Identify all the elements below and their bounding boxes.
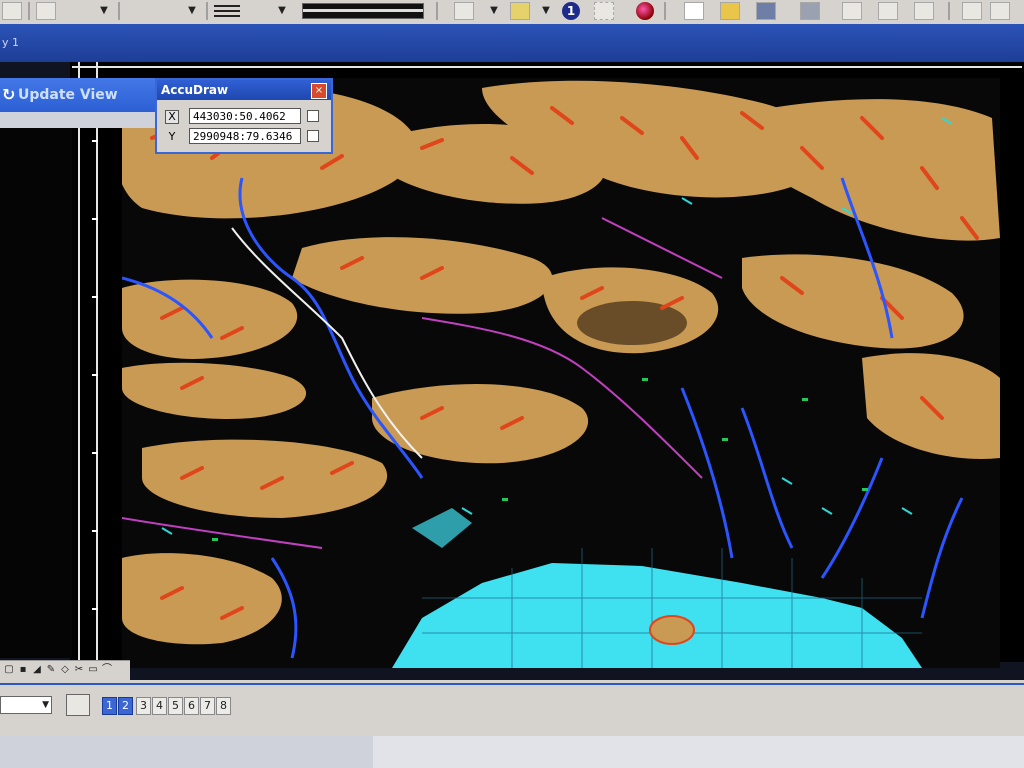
update-view-label: Update View	[18, 87, 118, 103]
level-select[interactable]: ▼	[0, 696, 52, 714]
ruler-tick	[92, 218, 98, 220]
chevron-down-icon[interactable]: ▼	[186, 2, 198, 20]
fold-core	[577, 301, 687, 345]
view-7-button[interactable]: 7	[200, 697, 215, 715]
view-control-icon[interactable]: ▪	[18, 665, 28, 675]
view-border-left-inner	[96, 62, 98, 662]
redo-icon[interactable]	[990, 2, 1010, 20]
view-control-icon[interactable]: ▭	[88, 665, 98, 675]
undo-icon[interactable]	[962, 2, 982, 20]
tool-settings-strip	[0, 112, 155, 128]
toolbar-separator	[664, 2, 666, 20]
view-2-button[interactable]: 2	[118, 697, 133, 715]
view-control-icon[interactable]: ⌒	[102, 665, 112, 675]
y-axis-label: Y	[168, 130, 176, 143]
view-control-icon[interactable]: ✎	[46, 665, 56, 675]
y-lock-checkbox[interactable]	[307, 130, 319, 142]
view-border-left	[78, 62, 80, 662]
ruler-tick	[92, 374, 98, 376]
view-control-icon[interactable]: ◇	[60, 665, 70, 675]
view-border-top	[72, 66, 1022, 68]
chevron-down-icon[interactable]: ▼	[98, 2, 110, 20]
status-divider	[0, 683, 1024, 685]
view-title: y 1	[2, 36, 20, 49]
main-toolbar: ▼ ▼ ▼ ▼ ▼ 1	[0, 0, 1024, 25]
toolbar-separator	[206, 2, 208, 20]
chevron-down-icon[interactable]: ▼	[540, 2, 552, 20]
print-icon[interactable]	[800, 2, 820, 20]
view-title-bar: y 1	[0, 24, 1024, 62]
view-control-icon[interactable]: ▢	[4, 665, 14, 675]
close-icon[interactable]: ×	[311, 83, 327, 99]
chevron-down-icon[interactable]: ▼	[488, 2, 500, 20]
toolbar-separator	[436, 2, 438, 20]
render-icon[interactable]	[636, 2, 654, 20]
view-4-button[interactable]: 4	[152, 697, 167, 715]
toolbar-separator	[118, 2, 120, 20]
toolbar-separator	[948, 2, 950, 20]
view-control-icon[interactable]: ◢	[32, 665, 42, 675]
x-coordinate-field[interactable]: 443030:50.4062	[189, 108, 301, 124]
save-icon[interactable]	[756, 2, 776, 20]
copy-icon[interactable]	[878, 2, 898, 20]
paste-icon[interactable]	[914, 2, 934, 20]
status-bar	[0, 736, 1024, 768]
chevron-down-icon[interactable]: ▼	[276, 2, 288, 20]
ruler-tick	[92, 530, 98, 532]
cut-icon[interactable]	[842, 2, 862, 20]
ruler-tick	[92, 608, 98, 610]
levels-icon[interactable]	[510, 2, 530, 20]
view-3-button[interactable]: 3	[136, 697, 151, 715]
update-view-icon: ↻	[2, 85, 16, 104]
geological-map[interactable]	[122, 78, 1000, 668]
element-template-button[interactable]	[36, 2, 56, 20]
y-coordinate-field[interactable]: 2990948:79.6346	[189, 128, 301, 144]
line-style-icon[interactable]	[214, 2, 240, 20]
view-1-button[interactable]: 1	[102, 697, 117, 715]
info-icon[interactable]: 1	[562, 2, 580, 20]
view-controls-strip: ▢ ▪ ◢ ✎ ◇ ✂ ▭ ⌒	[0, 660, 130, 681]
snap-icon[interactable]	[594, 2, 614, 20]
x-lock-checkbox[interactable]	[307, 110, 319, 122]
update-view-button[interactable]: ↻ Update View	[0, 78, 155, 112]
view-groups-button[interactable]	[66, 694, 90, 716]
status-message-field	[373, 736, 1024, 768]
accudraw-dialog[interactable]: AccuDraw × X 443030:50.4062 Y 2990948:79…	[155, 78, 333, 154]
left-panel	[0, 128, 72, 658]
ruler-tick	[92, 452, 98, 454]
view-5-button[interactable]: 5	[168, 697, 183, 715]
view-control-icon[interactable]: ✂	[74, 665, 84, 675]
open-folder-icon[interactable]	[720, 2, 740, 20]
toolbar-separator	[28, 2, 30, 20]
tool-button[interactable]	[2, 2, 22, 20]
chevron-down-icon: ▼	[42, 700, 49, 710]
ruler-tick	[92, 140, 98, 142]
new-file-icon[interactable]	[684, 2, 704, 20]
map-canvas[interactable]	[122, 78, 1000, 668]
accudraw-title: AccuDraw	[157, 80, 331, 100]
x-axis-label: X	[165, 110, 179, 124]
line-weight-preview[interactable]	[302, 3, 424, 19]
ruler-tick	[92, 296, 98, 298]
view-8-button[interactable]: 8	[216, 697, 231, 715]
view-6-button[interactable]: 6	[184, 697, 199, 715]
island	[649, 615, 695, 645]
attributes-button[interactable]	[454, 2, 474, 20]
